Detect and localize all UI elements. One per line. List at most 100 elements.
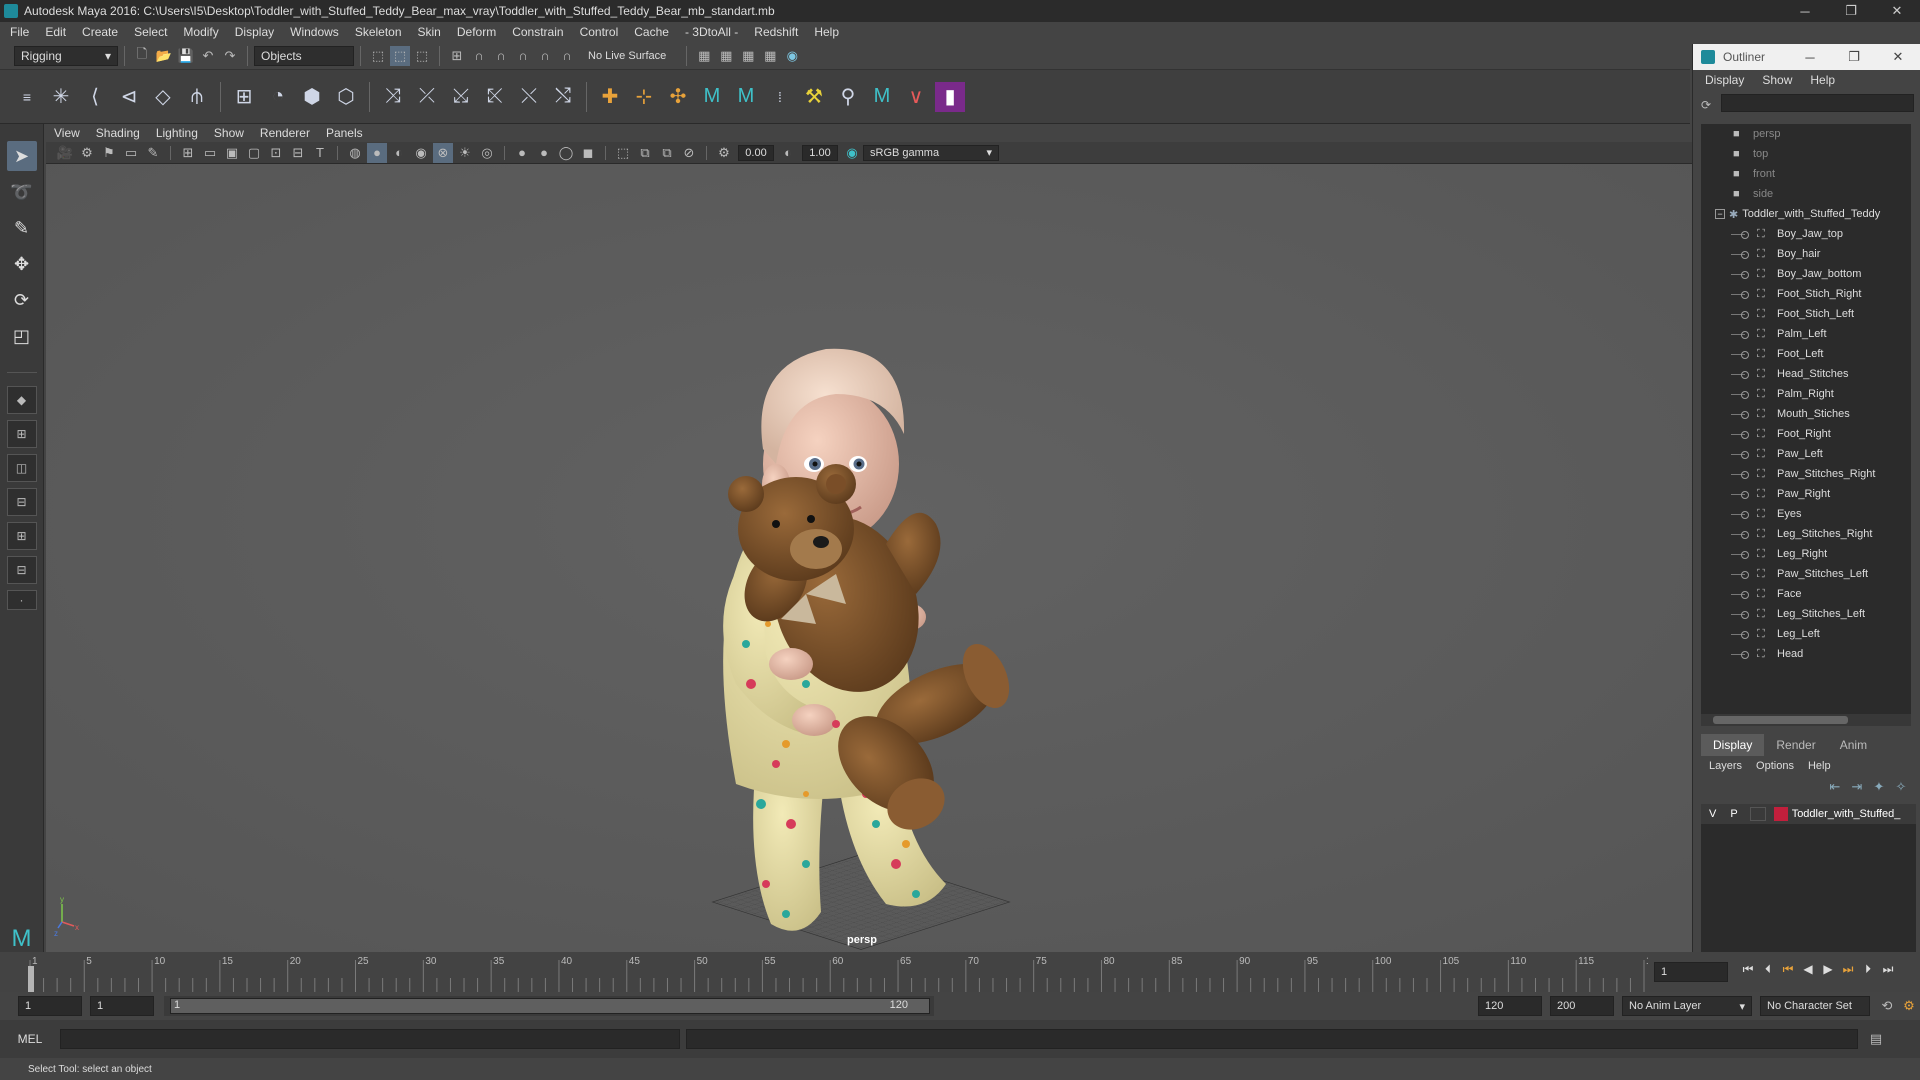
animation-preferences-icon[interactable]: ⚙ [1899, 996, 1919, 1016]
aim-constraint-icon[interactable]: ⁞ [765, 82, 795, 112]
pole-vector-icon[interactable]: ⚒ [799, 82, 829, 112]
save-scene-icon[interactable]: 💾 [176, 46, 196, 66]
side-by-side-layout-icon[interactable]: ◫ [6, 454, 37, 482]
outliner-item-child[interactable]: ⛶ Foot_Left [1701, 344, 1911, 364]
render-settings-icon[interactable]: ▦ [694, 46, 714, 66]
range-slider[interactable]: 1 120 [164, 996, 934, 1016]
mirror-weights-icon[interactable]: ⤪ [480, 82, 510, 112]
auto-key-icon[interactable]: ⟲ [1877, 996, 1897, 1016]
persp-graph-layout-icon[interactable]: ⊟ [6, 488, 37, 516]
outliner-item-child[interactable]: ⛶ Face [1701, 584, 1911, 604]
step-forward-frame-icon[interactable]: ⏵ [1858, 962, 1878, 977]
outliner-item-front[interactable]: ■ front [1701, 164, 1911, 184]
outliner-item-child[interactable]: ⛶ Paw_Left [1701, 444, 1911, 464]
layer-row[interactable]: V P Toddler_with_Stuffed_ [1701, 804, 1916, 824]
outliner-item-group[interactable]: − ✱ Toddler_with_Stuffed_Teddy [1701, 204, 1911, 224]
move-layer-up-icon[interactable]: ⇤ [1825, 777, 1845, 797]
grid-toggle-icon[interactable]: ⊞ [178, 143, 198, 163]
menu-deform[interactable]: Deform [457, 25, 496, 39]
four-view-layout-icon[interactable]: ⊞ [6, 420, 37, 448]
outliner-close-button[interactable]: ✕ [1876, 44, 1920, 70]
lasso-tool-icon[interactable]: ➰ [7, 177, 37, 207]
layer-color-swatch[interactable] [1773, 807, 1788, 821]
step-back-frame-icon[interactable]: ⏴ [1758, 962, 1778, 977]
scale-tool-icon[interactable]: ◰ [7, 321, 37, 351]
render-view-icon[interactable]: ▦ [760, 46, 780, 66]
layout-more-icon[interactable]: · [6, 590, 37, 610]
menu-skin[interactable]: Skin [418, 25, 441, 39]
select-tool-icon[interactable]: ➤ [6, 141, 37, 171]
panel-menu-lighting[interactable]: Lighting [156, 126, 198, 140]
snap-curve-icon[interactable]: ∩ [469, 46, 489, 66]
menu-help[interactable]: Help [814, 25, 839, 39]
menu-file[interactable]: File [10, 25, 29, 39]
playback-end-field[interactable]: 120 [1478, 996, 1542, 1016]
outliner-item-child[interactable]: ⛶ Mouth_Stiches [1701, 404, 1911, 424]
xray-joints-icon[interactable]: ⧉ [635, 143, 655, 163]
restore-button[interactable]: ❐ [1828, 0, 1874, 22]
layer-menu-options[interactable]: Options [1756, 760, 1794, 772]
outliner-item-child[interactable]: ⛶ Boy_Jaw_top [1701, 224, 1911, 244]
xray-icon[interactable]: ⬚ [613, 143, 633, 163]
outliner-horizontal-scrollbar[interactable] [1701, 714, 1911, 726]
outliner-item-child[interactable]: ⛶ Palm_Right [1701, 384, 1911, 404]
outliner-item-side[interactable]: ■ side [1701, 184, 1911, 204]
outliner-item-child[interactable]: ⛶ Leg_Stitches_Left [1701, 604, 1911, 624]
playback-start-field[interactable]: 1 [90, 996, 154, 1016]
ik-handle-icon[interactable]: ⊲ [114, 82, 144, 112]
shadows-icon[interactable]: ☀ [455, 143, 475, 163]
menuset-dropdown[interactable]: Rigging ▾ [14, 45, 118, 66]
play-forwards-icon[interactable]: ▶ [1818, 962, 1838, 977]
shelf-options-icon[interactable]: ≡ [12, 82, 42, 112]
persp-outliner-layout-icon[interactable]: ⊞ [6, 522, 37, 550]
single-view-layout-icon[interactable]: ◆ [6, 386, 37, 414]
gate-mask-icon[interactable]: ▢ [244, 143, 264, 163]
outliner-item-persp[interactable]: ■ persp [1701, 124, 1911, 144]
menu-control[interactable]: Control [580, 25, 619, 39]
snap-grid-icon[interactable]: ⊞ [447, 46, 467, 66]
panel-menu-panels[interactable]: Panels [326, 126, 363, 140]
select-by-hierarchy-icon[interactable]: ⬚ [368, 46, 388, 66]
range-slider-handle[interactable] [170, 998, 930, 1014]
outliner-menu-display[interactable]: Display [1705, 73, 1744, 87]
tab-display[interactable]: Display [1701, 734, 1765, 756]
menu-windows[interactable]: Windows [290, 25, 339, 39]
menu-modify[interactable]: Modify [183, 25, 218, 39]
detach-skin-icon[interactable]: ⤫ [412, 82, 442, 112]
screen-space-ao-icon[interactable]: ◎ [477, 143, 497, 163]
outliner-menu-show[interactable]: Show [1762, 73, 1792, 87]
new-layer-selected-icon[interactable]: ✧ [1891, 777, 1911, 797]
xray-active-icon[interactable]: ⧉ [657, 143, 677, 163]
step-back-key-icon[interactable]: ⏮ [1778, 962, 1798, 977]
wireframe-on-shaded-icon[interactable]: ◐ [389, 143, 409, 163]
panel-menu-renderer[interactable]: Renderer [260, 126, 310, 140]
new-layer-icon[interactable]: ✦ [1869, 777, 1889, 797]
script-editor-icon[interactable]: ▤ [1866, 1029, 1886, 1049]
depth-of-field-icon[interactable]: ◯ [556, 143, 576, 163]
move-tool-icon[interactable]: ✥ [7, 249, 37, 279]
hik-icon[interactable]: ⚲ [833, 82, 863, 112]
animation-end-field[interactable]: 200 [1550, 996, 1614, 1016]
close-button[interactable]: ✕ [1874, 0, 1920, 22]
safe-action-icon[interactable]: ⊟ [288, 143, 308, 163]
hik-definition-icon[interactable]: M [867, 82, 897, 112]
outliner-item-child[interactable]: ⛶ Eyes [1701, 504, 1911, 524]
menu-constrain[interactable]: Constrain [512, 25, 563, 39]
outliner-search-input[interactable] [1721, 94, 1914, 112]
exposure-field[interactable]: 0.00 [738, 144, 774, 161]
cluster-icon[interactable]: ◔ [263, 82, 293, 112]
command-input[interactable] [60, 1029, 680, 1049]
minimize-button[interactable]: ─ [1782, 0, 1828, 22]
outliner-item-child[interactable]: ⛶ Paw_Stitches_Left [1701, 564, 1911, 584]
use-all-lights-icon[interactable]: ⊗ [433, 142, 453, 163]
hik-control-icon[interactable]: ∨ [901, 82, 931, 112]
animation-start-field[interactable]: 1 [18, 996, 82, 1016]
wireframe-icon[interactable]: ◍ [345, 143, 365, 163]
menu-redshift[interactable]: Redshift [754, 25, 798, 39]
color-management-icon[interactable]: ◉ [842, 143, 862, 163]
tab-render[interactable]: Render [1764, 734, 1827, 756]
outliner-restore-button[interactable]: ❐ [1832, 44, 1876, 70]
backface-icon[interactable]: ⊘ [679, 143, 699, 163]
mirror-joint-icon[interactable]: ⫛ [182, 82, 212, 112]
textured-icon[interactable]: ◉ [411, 143, 431, 163]
